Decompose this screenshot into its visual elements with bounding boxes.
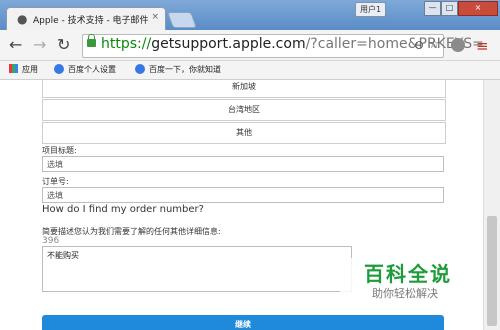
- browser-toolbar: ← → ↻ https://getsupport.apple.com/?call…: [0, 30, 500, 61]
- continue-button[interactable]: 继续: [42, 315, 444, 330]
- lock-icon: [87, 34, 96, 47]
- url-text[interactable]: https://getsupport.apple.com/?caller=hom…: [101, 36, 484, 52]
- minimize-button[interactable]: —: [424, 1, 441, 16]
- find-order-number-link[interactable]: How do I find my order number?: [42, 204, 204, 215]
- tab-title: Apple - 技术支持 - 电子邮件: [33, 16, 149, 26]
- url-host: getsupport.apple.com: [151, 36, 306, 52]
- bookmark-baidu-settings[interactable]: 百度个人设置: [54, 64, 116, 75]
- order-number-input[interactable]: 选填: [42, 187, 444, 203]
- region-option-taiwan[interactable]: 台湾地区: [42, 99, 446, 121]
- extension-globe-icon[interactable]: [451, 38, 465, 52]
- details-text: 不能购买: [47, 251, 79, 260]
- close-window-button[interactable]: ×: [458, 1, 498, 16]
- browser-tab[interactable]: ● Apple - 技术支持 - 电子邮件 ×: [6, 7, 166, 31]
- new-tab-button[interactable]: [167, 12, 197, 28]
- tab-close-icon[interactable]: ×: [151, 12, 159, 22]
- forward-button[interactable]: →: [33, 35, 46, 55]
- title-bar: ● Apple - 技术支持 - 电子邮件 × 用户1 — □ ×: [0, 0, 500, 31]
- user-profile-button[interactable]: 用户1: [355, 2, 387, 17]
- order-number-label: 订单号:: [42, 177, 69, 186]
- bookmark-label: 应用: [22, 65, 38, 74]
- page-scrollbar[interactable]: [483, 80, 500, 330]
- menu-icon[interactable]: ≡: [476, 37, 489, 55]
- apple-icon: ●: [17, 12, 28, 26]
- bookmark-star-icon[interactable]: ☆: [428, 37, 440, 52]
- subject-input[interactable]: 选填: [42, 156, 444, 172]
- baidu-paw-icon: [135, 64, 145, 74]
- baidu-paw-icon: [54, 64, 64, 74]
- back-button[interactable]: ←: [9, 35, 22, 55]
- region-option-other[interactable]: 其他: [42, 122, 446, 144]
- bookmark-baidu-home[interactable]: 百度一下，你就知道: [135, 64, 221, 75]
- bookmark-label: 百度个人设置: [68, 65, 116, 74]
- apps-icon: [9, 64, 18, 73]
- watermark-title: 百科全说: [364, 262, 452, 286]
- address-bar[interactable]: https://getsupport.apple.com/?caller=hom…: [82, 34, 484, 58]
- region-option-singapore[interactable]: 新加坡: [42, 80, 446, 98]
- url-scheme: https://: [101, 36, 152, 52]
- reload-button[interactable]: ↻: [57, 35, 70, 55]
- subject-label: 项目标题:: [42, 146, 77, 155]
- watermark-logo: 百科全说 助你轻松解决: [340, 258, 480, 308]
- bookmark-apps[interactable]: 应用: [9, 64, 38, 75]
- details-label: 简要描述您认为我们需要了解的任何其他详细信息:: [42, 227, 221, 236]
- zoom-icon[interactable]: ⊖: [414, 38, 424, 52]
- character-counter: 396: [42, 236, 60, 246]
- details-textarea[interactable]: 不能购买: [42, 246, 352, 292]
- watermark-subtitle: 助你轻松解决: [372, 287, 438, 300]
- scrollbar-thumb[interactable]: [487, 216, 497, 326]
- bookmark-label: 百度一下，你就知道: [149, 65, 221, 74]
- bookmarks-bar: 应用 百度个人设置 百度一下，你就知道: [0, 61, 500, 80]
- maximize-button[interactable]: □: [441, 1, 458, 16]
